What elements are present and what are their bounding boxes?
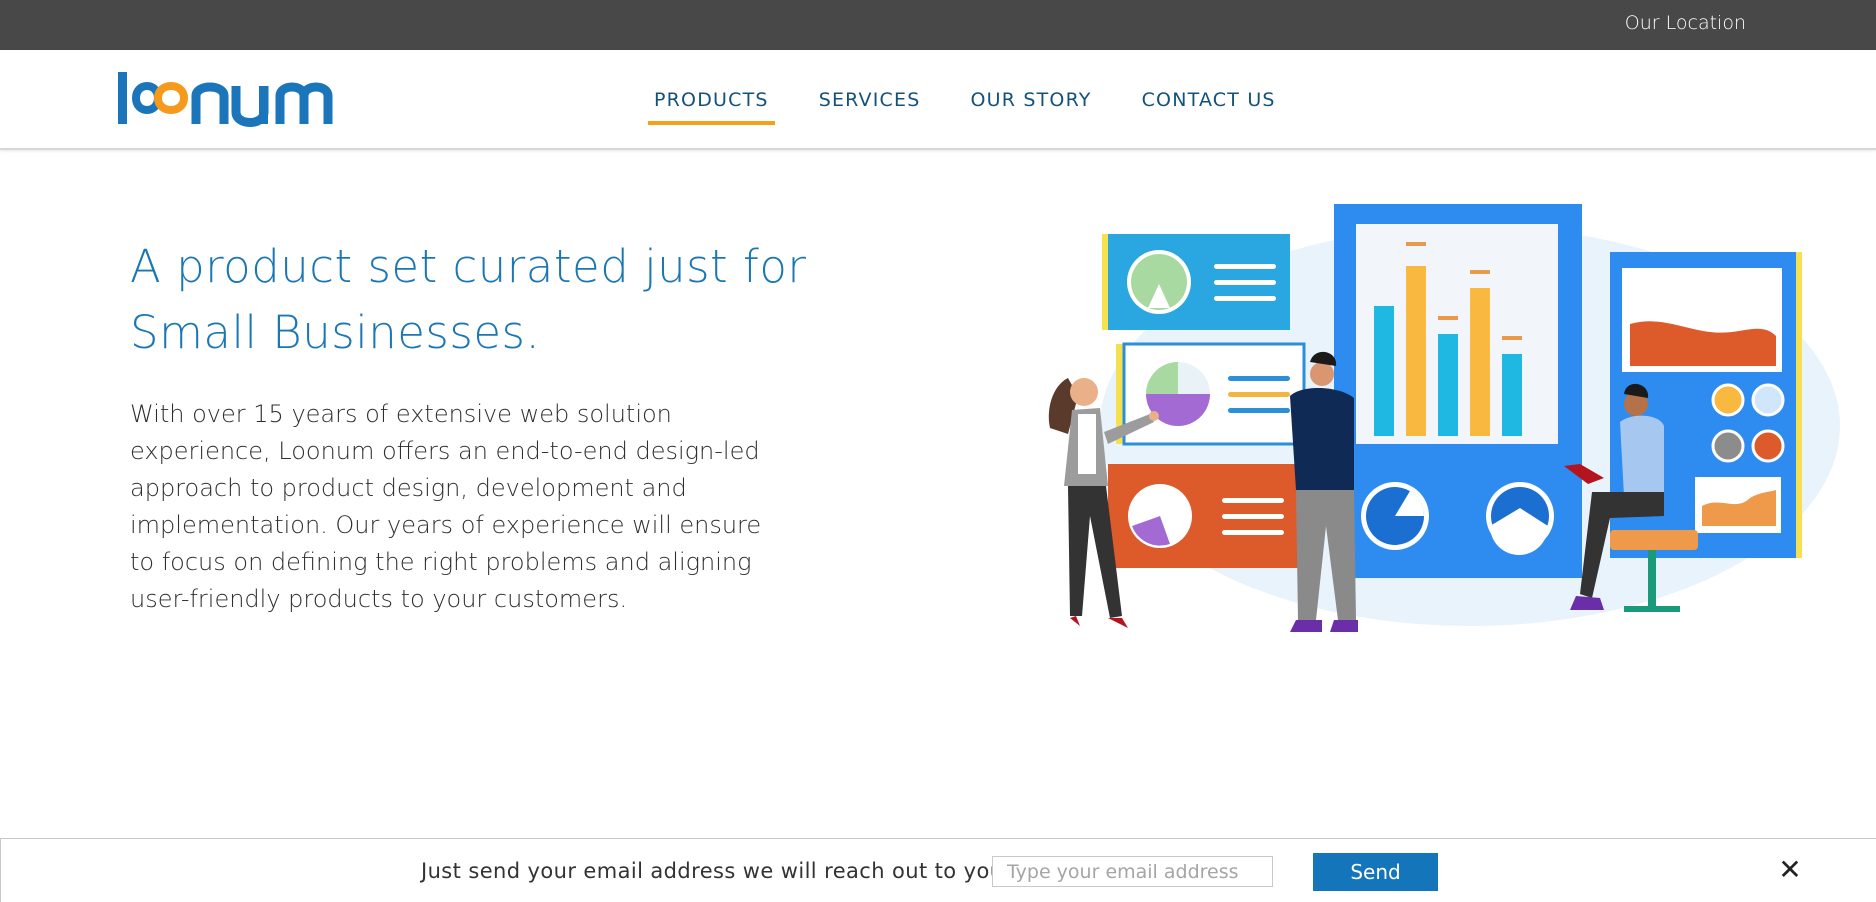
hero-title-line1: A product set curated just for xyxy=(130,240,807,293)
send-button[interactable]: Send xyxy=(1313,853,1438,891)
close-icon[interactable]: ✕ xyxy=(1775,855,1805,885)
nav-services[interactable]: SERVICES xyxy=(813,81,927,119)
nav-our-story[interactable]: OUR STORY xyxy=(964,81,1097,119)
email-capture-bar: Just send your email address we will rea… xyxy=(0,838,1876,902)
hero-title: A product set curated just for Small Bus… xyxy=(130,234,810,366)
email-capture-message: Just send your email address we will rea… xyxy=(421,859,1004,883)
email-input[interactable] xyxy=(992,856,1273,887)
business-presentation-illustration xyxy=(1048,204,1840,632)
main-nav: PRODUCTS SERVICES OUR STORY CONTACT US xyxy=(648,50,1320,150)
loonum-logo-icon xyxy=(118,72,333,127)
nav-products[interactable]: PRODUCTS xyxy=(648,81,775,125)
our-location-link[interactable]: Our Location xyxy=(1625,12,1746,34)
loonum-logo[interactable] xyxy=(116,66,366,132)
nav-contact-us[interactable]: CONTACT US xyxy=(1136,81,1282,119)
site-header: PRODUCTS SERVICES OUR STORY CONTACT US xyxy=(0,50,1876,150)
hero-description: With over 15 years of extensive web solu… xyxy=(130,400,762,613)
hero-title-line2: Small Businesses. xyxy=(130,306,541,359)
top-bar: Our Location xyxy=(0,0,1876,50)
